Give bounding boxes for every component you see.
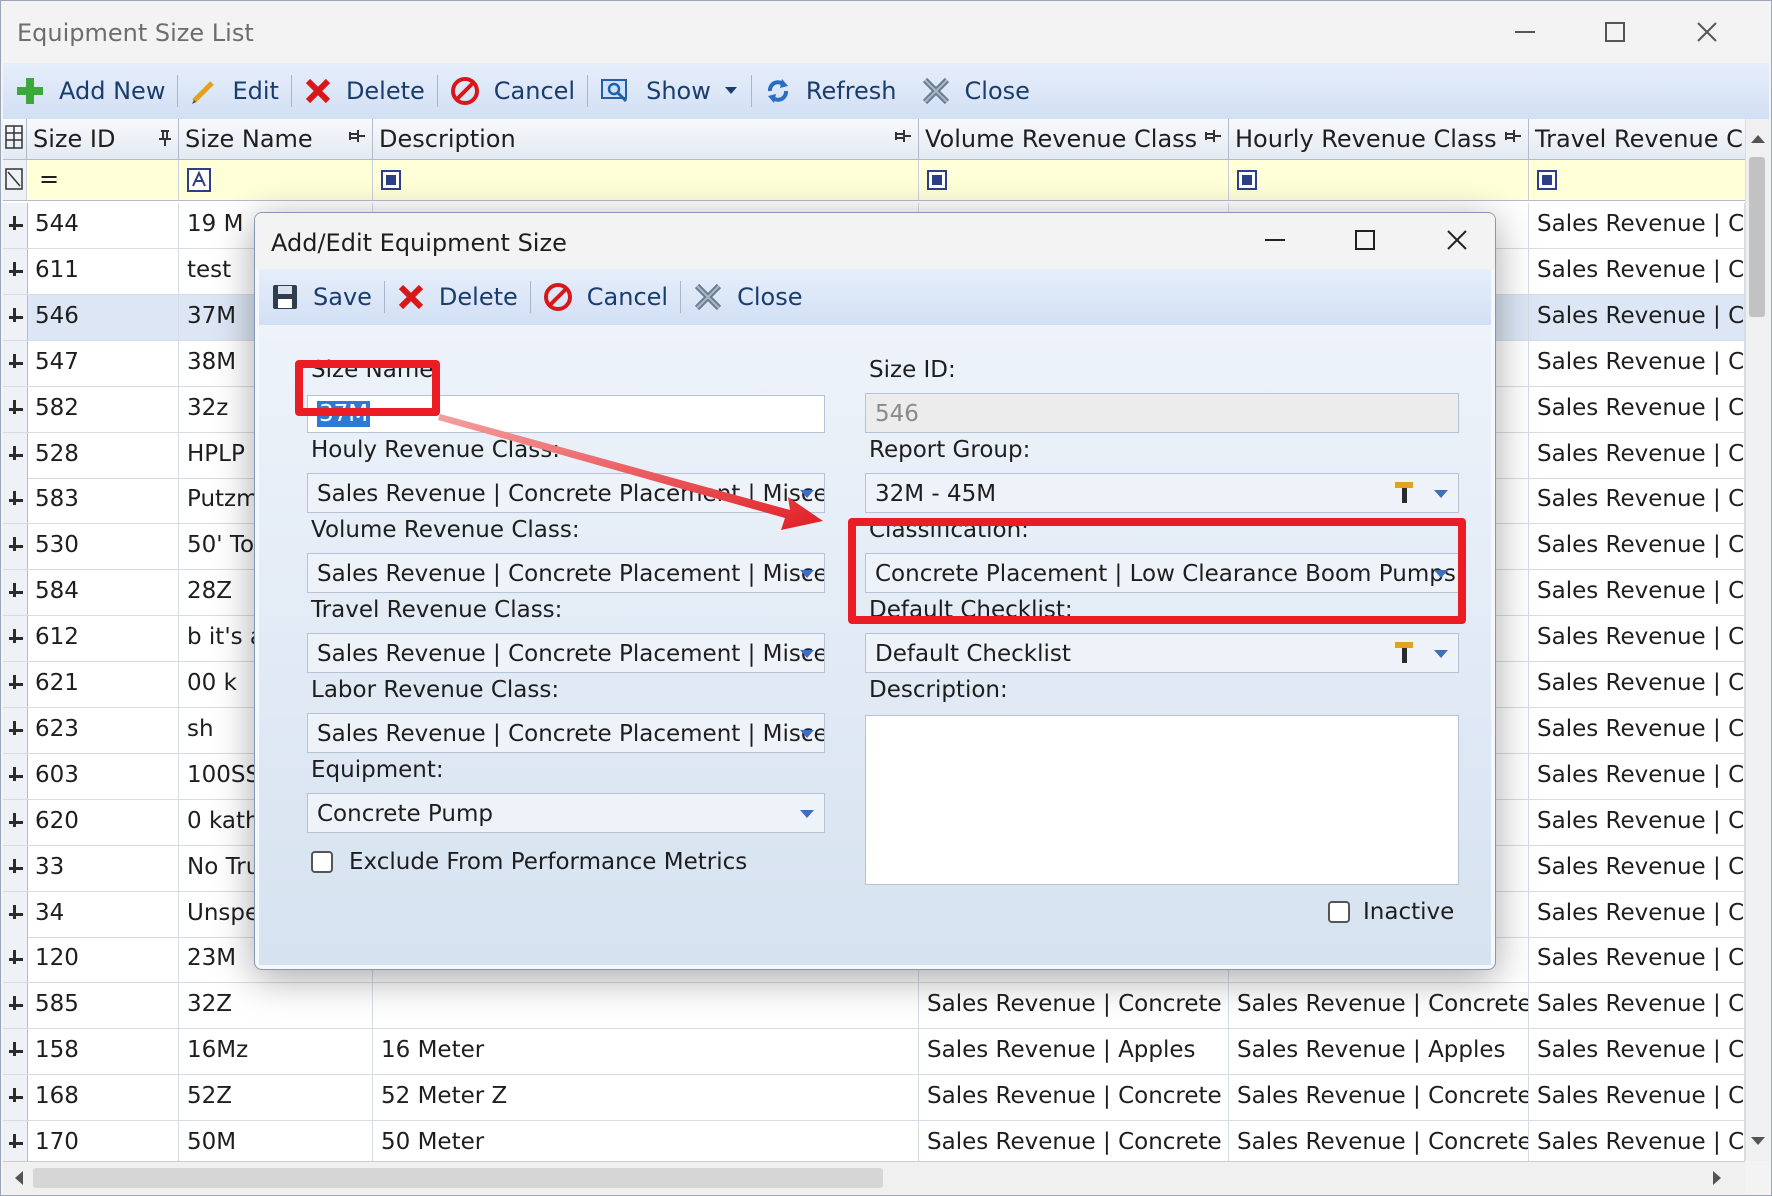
arrow-icon	[438, 414, 823, 530]
annotation-arrow	[438, 414, 823, 530]
